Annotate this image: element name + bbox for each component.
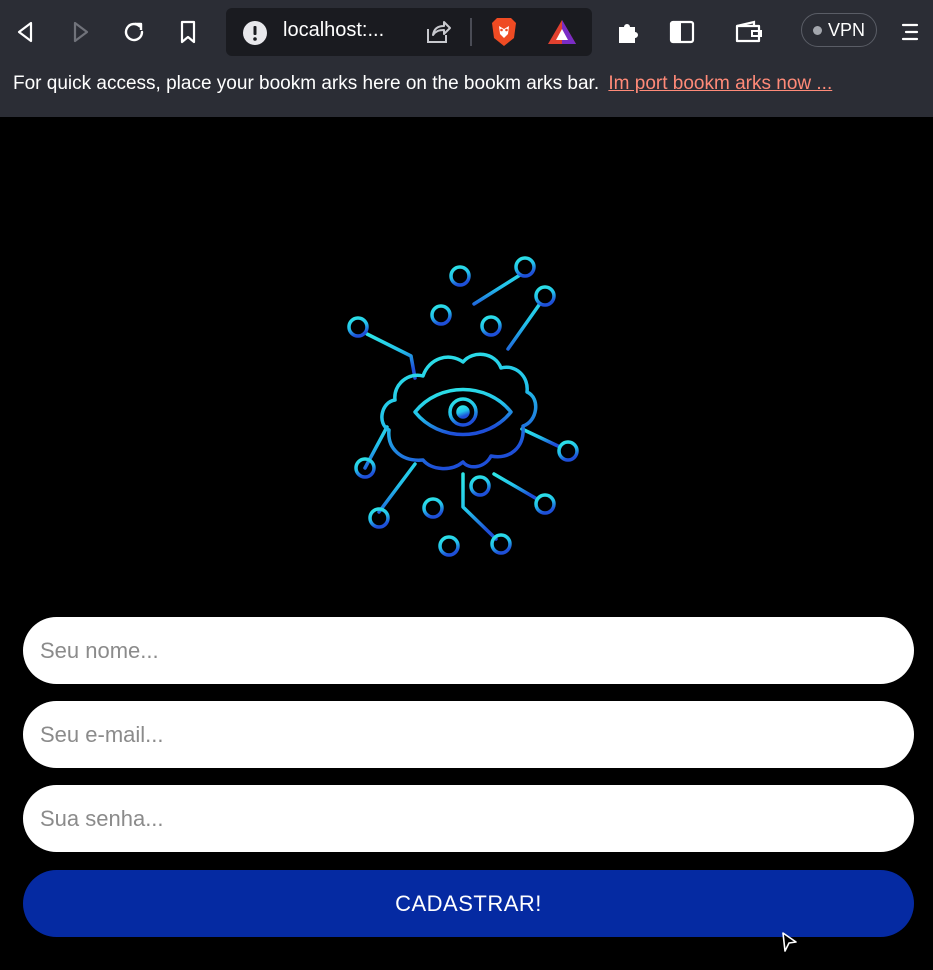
address-divider <box>470 18 472 46</box>
forward-arrow-icon[interactable] <box>62 14 98 50</box>
password-input[interactable] <box>23 785 914 852</box>
brave-shields-icon[interactable] <box>489 16 519 52</box>
back-arrow-icon[interactable] <box>8 14 44 50</box>
vpn-status-dot <box>812 25 822 35</box>
register-button[interactable]: CADASTRAR! <box>23 870 914 937</box>
import-bookmarks-link[interactable]: Im port bookm arks now ... <box>608 73 832 94</box>
wallet-icon[interactable] <box>731 14 767 50</box>
email-input[interactable] <box>23 701 914 768</box>
vpn-label: VPN <box>827 19 865 40</box>
bookmark-icon[interactable] <box>170 14 206 50</box>
url-text[interactable]: localhost:... <box>283 19 384 42</box>
vpn-button[interactable]: VPN <box>801 13 877 47</box>
mouse-cursor-icon <box>782 932 797 952</box>
hamburger-menu-icon[interactable] <box>892 14 928 50</box>
site-info-icon[interactable] <box>242 20 268 50</box>
sidebar-icon[interactable] <box>664 14 700 50</box>
bookmarks-bar: For quick access, place your bookm arks … <box>0 64 933 117</box>
name-input[interactable] <box>23 617 914 684</box>
reload-icon[interactable] <box>116 14 152 50</box>
puzzle-icon[interactable] <box>610 14 646 50</box>
browser-toolbar: localhost:... VPN <box>0 0 933 64</box>
share-icon[interactable] <box>424 19 452 49</box>
brave-rewards-icon[interactable] <box>546 18 578 50</box>
circuit-cloud-eye-icon <box>347 256 579 557</box>
bookmarks-message: For quick access, place your bookm arks … <box>13 73 600 94</box>
address-bar[interactable]: localhost:... <box>226 8 592 56</box>
